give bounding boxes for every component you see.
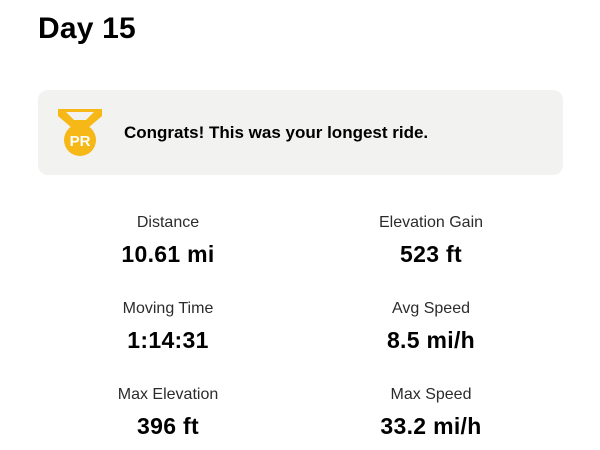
stat-label: Max Elevation: [117, 386, 219, 403]
stat-elevation-gain: Elevation Gain 523 ft: [311, 213, 551, 269]
stat-avg-speed: Avg Speed 8.5 mi/h: [311, 299, 551, 355]
stat-distance: Distance 10.61 mi: [48, 213, 288, 269]
stat-value: 396 ft: [137, 413, 199, 439]
stat-value: 8.5 mi/h: [386, 327, 476, 353]
stat-max-speed: Max Speed 33.2 mi/h: [311, 385, 551, 441]
pr-badge-text: PR: [70, 133, 91, 150]
page-title: Day 15: [38, 12, 136, 45]
stat-value: 523 ft: [400, 241, 462, 267]
stat-value: 1:14:31: [127, 327, 209, 353]
pr-achievement-card: PR Congrats! This was your longest ride.: [38, 90, 563, 175]
stat-value: 33.2 mi/h: [380, 413, 482, 439]
stat-label: Avg Speed: [392, 300, 470, 317]
stat-label: Max Speed: [390, 386, 472, 403]
pr-message: Congrats! This was your longest ride.: [124, 123, 429, 142]
stat-max-elevation: Max Elevation 396 ft: [48, 385, 288, 441]
stat-label: Moving Time: [122, 300, 214, 317]
stat-moving-time: Moving Time 1:14:31: [48, 299, 288, 355]
stat-value: 10.61 mi: [121, 241, 215, 267]
pr-medal-icon: PR: [58, 109, 102, 156]
stat-label: Elevation Gain: [378, 214, 484, 231]
stat-label: Distance: [136, 214, 200, 231]
